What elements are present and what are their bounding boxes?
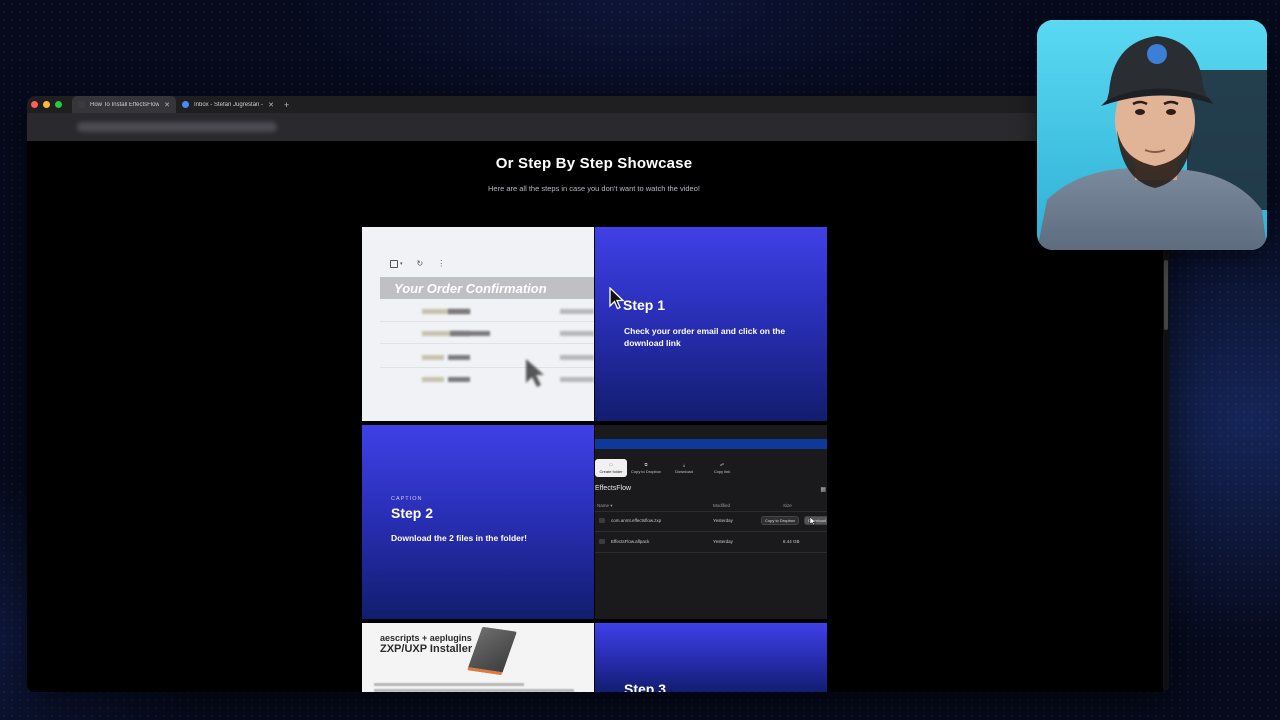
address-bar bbox=[27, 113, 1169, 141]
email-row bbox=[380, 307, 594, 317]
tab-bar: How To Install EffectsFlow - … ✕ Inbox -… bbox=[27, 96, 1169, 113]
file-modified: Yesterday bbox=[713, 518, 733, 523]
column-size: Size bbox=[783, 503, 792, 508]
maximize-window-button[interactable] bbox=[55, 101, 62, 108]
step2-dropbox-mockup: □ Create folder ⧉ Copy to Dropbox ⤓ Downloa… bbox=[595, 425, 827, 619]
step2-card: CAPTION Step 2 Download the 2 files in t… bbox=[362, 425, 594, 619]
page-title: Or Step By Step Showcase bbox=[495, 155, 693, 172]
create-folder-action: □ Create folder bbox=[595, 459, 627, 477]
page-viewport: Or Step By Step Showcase Here are all th… bbox=[27, 141, 1169, 692]
action-label: Create folder bbox=[599, 469, 623, 474]
copy-to-dropbox-button: Copy to Dropbox bbox=[761, 516, 800, 525]
order-confirmation-banner: Your Order Confirmation bbox=[380, 277, 594, 299]
page-subtitle: Here are all the steps in case you don't… bbox=[488, 184, 700, 193]
step1-email-mockup: ▾ ↻ ⋮ Your Order Confirmation bbox=[362, 227, 594, 421]
file-row: EffectsFlow.aflpack Yesterday 8.44 GB bbox=[595, 538, 827, 550]
gmail-favicon-icon bbox=[182, 101, 189, 108]
browser-window: How To Install EffectsFlow - … ✕ Inbox -… bbox=[27, 96, 1169, 692]
divider bbox=[595, 511, 827, 512]
mouse-cursor-icon bbox=[609, 287, 625, 310]
step1-description: Check your order email and click on the … bbox=[624, 326, 786, 348]
mouse-cursor-icon bbox=[526, 359, 544, 387]
step1-title: Step 1 bbox=[623, 297, 666, 313]
dropbox-folder-name: EffectsFlow bbox=[595, 485, 632, 492]
divider bbox=[380, 321, 594, 322]
divider bbox=[380, 343, 594, 344]
copy-icon: ⧉ bbox=[644, 462, 648, 467]
email-toolbar: ▾ ↻ ⋮ bbox=[390, 259, 445, 268]
scrollbar-thumb[interactable] bbox=[1164, 260, 1168, 330]
step1-card: Step 1 Check your order email and click … bbox=[595, 227, 827, 421]
step2-title: Step 2 bbox=[391, 505, 434, 521]
tab-title: How To Install EffectsFlow - … bbox=[90, 101, 160, 108]
action-label: Download bbox=[675, 469, 693, 474]
scrollbar[interactable] bbox=[1163, 250, 1169, 690]
chevron-down-icon: ▾ bbox=[400, 260, 403, 267]
folder-icon: □ bbox=[609, 462, 613, 467]
download-icon: ⤓ bbox=[683, 462, 685, 467]
link-icon: ☍ bbox=[719, 462, 725, 467]
site-favicon-icon bbox=[78, 101, 85, 108]
column-modified: Modified bbox=[713, 503, 731, 508]
tab-title: Inbox - Stefan Jugrestan - O… bbox=[194, 101, 264, 108]
email-row bbox=[380, 375, 594, 385]
file-modified: Yesterday bbox=[713, 539, 733, 544]
webcam-overlay bbox=[1037, 20, 1267, 250]
mouse-cursor-icon bbox=[809, 516, 817, 526]
file-row: com.anmt.effectsflow.zxp Yesterday Copy … bbox=[595, 516, 827, 529]
step2-description: Download the 2 files in the folder! bbox=[391, 533, 528, 543]
divider bbox=[595, 531, 827, 532]
installer-text-blurred bbox=[374, 683, 584, 692]
checkbox-icon bbox=[390, 259, 398, 268]
email-row bbox=[380, 353, 594, 363]
dropbox-header-bar bbox=[595, 439, 827, 449]
tab-how-to-install[interactable]: How To Install EffectsFlow - … ✕ bbox=[72, 96, 176, 113]
step2-caption: CAPTION bbox=[391, 496, 423, 502]
file-size: 8.44 GB bbox=[783, 539, 800, 544]
installer-device-image bbox=[467, 626, 517, 676]
close-tab-icon[interactable]: ✕ bbox=[164, 101, 170, 109]
url-field-blurred[interactable] bbox=[77, 122, 277, 132]
copy-to-dropbox-action: ⧉ Copy to Dropbox bbox=[627, 459, 665, 477]
installer-product: ZXP/UXP Installer bbox=[380, 643, 473, 655]
tab-inbox[interactable]: Inbox - Stefan Jugrestan - O… ✕ bbox=[176, 96, 280, 113]
minimize-window-button[interactable] bbox=[43, 101, 50, 108]
close-tab-icon[interactable]: ✕ bbox=[268, 101, 274, 109]
presenter-portrait-image bbox=[1037, 20, 1267, 250]
file-icon bbox=[599, 539, 605, 544]
step3-card: Step 3 bbox=[595, 623, 827, 692]
email-row bbox=[380, 329, 594, 339]
divider bbox=[595, 552, 827, 553]
action-label: Copy link bbox=[713, 469, 731, 474]
column-name: Name ▾ bbox=[597, 503, 613, 508]
grid-view-icon: ▦ bbox=[820, 487, 826, 493]
step3-installer-mockup: aescripts + aeplugins ZXP/UXP Installer bbox=[362, 623, 594, 692]
action-label: Copy to Dropbox bbox=[630, 469, 661, 474]
download-action: ⤓ Download bbox=[665, 459, 703, 477]
file-icon bbox=[599, 518, 605, 523]
file-name: com.anmt.effectsflow.zxp bbox=[611, 518, 662, 523]
new-tab-button[interactable]: + bbox=[284, 100, 289, 110]
copy-link-action: ☍ Copy link bbox=[703, 459, 741, 477]
dropbox-actions: □ Create folder ⧉ Copy to Dropbox ⤓ Downloa… bbox=[595, 459, 741, 477]
refresh-icon: ↻ bbox=[416, 259, 424, 268]
close-window-button[interactable] bbox=[31, 101, 38, 108]
file-name: EffectsFlow.aflpack bbox=[611, 539, 650, 544]
divider bbox=[380, 367, 594, 368]
installer-brand: aescripts + aeplugins bbox=[380, 633, 472, 643]
window-controls bbox=[31, 101, 62, 108]
more-vertical-icon: ⋮ bbox=[437, 259, 446, 268]
step3-title: Step 3 bbox=[624, 681, 667, 692]
